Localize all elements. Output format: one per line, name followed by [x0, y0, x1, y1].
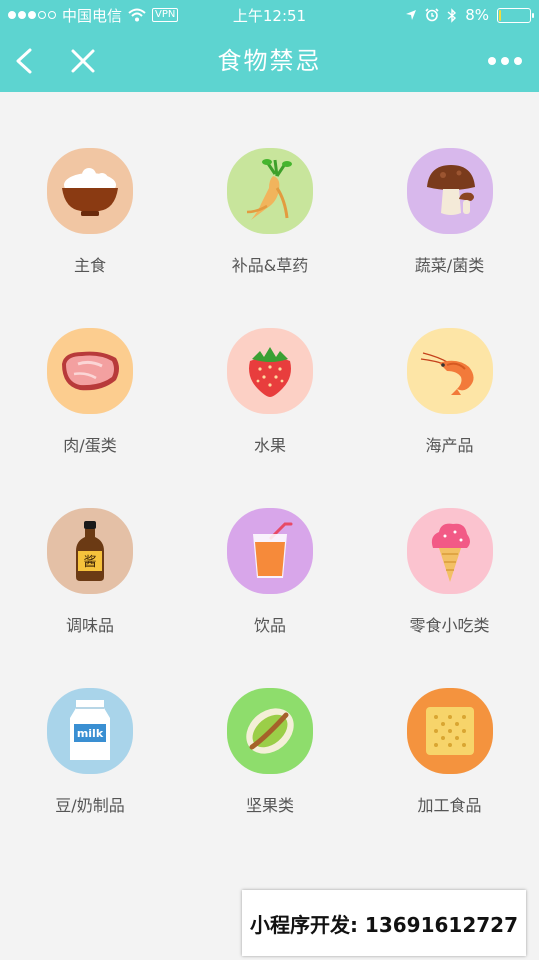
category-item-nuts[interactable]: 坚果类 [180, 688, 360, 868]
navigation-bar: 食物禁忌 [0, 30, 539, 92]
category-grid: 主食 补品&草药 蔬菜/菌类 肉/蛋类 水果 海产品 酱 调味品 饮品 零食小吃… [0, 92, 539, 868]
category-label: 饮品 [253, 616, 286, 635]
ice-cream-icon [406, 508, 493, 594]
category-item-fruit[interactable]: 水果 [180, 328, 360, 508]
category-item-meat-eggs[interactable]: 肉/蛋类 [0, 328, 180, 508]
signal-strength-icon [8, 11, 56, 19]
bluetooth-icon [447, 7, 457, 23]
ginseng-icon [227, 148, 313, 234]
juice-cup-icon [227, 508, 313, 594]
more-options-button[interactable] [485, 44, 525, 78]
category-label: 主食 [73, 256, 106, 275]
category-label: 豆/奶制品 [55, 796, 125, 815]
svg-text:milk: milk [77, 727, 104, 740]
vpn-badge: VPN [152, 8, 179, 22]
sauce-bottle-icon: 酱 [47, 508, 133, 594]
category-label: 坚果类 [245, 796, 294, 815]
category-item-dairy-soy[interactable]: milk 豆/奶制品 [0, 688, 180, 868]
category-label: 补品&草药 [231, 256, 309, 275]
category-label: 加工食品 [417, 796, 482, 815]
category-item-seafood[interactable]: 海产品 [360, 328, 539, 508]
biscuit-icon [406, 688, 493, 774]
status-bar: 中国电信 VPN 上午12:51 8% [0, 0, 539, 30]
carrier-name: 中国电信 [62, 6, 123, 25]
category-item-processed-food[interactable]: 加工食品 [360, 688, 539, 868]
developer-contact-text: 小程序开发: 13691612727 [249, 912, 519, 937]
alarm-icon [425, 8, 439, 22]
wifi-icon [128, 8, 146, 22]
category-label: 水果 [253, 436, 286, 455]
milk-carton-icon: milk [47, 688, 133, 774]
page-title: 食物禁忌 [217, 47, 322, 75]
mushroom-icon [406, 148, 493, 234]
developer-contact-banner: 小程序开发: 13691612727 [242, 890, 526, 956]
category-label: 肉/蛋类 [63, 436, 117, 455]
battery-icon [497, 7, 534, 23]
shrimp-icon [406, 328, 493, 414]
category-item-snacks[interactable]: 零食小吃类 [360, 508, 539, 688]
category-label: 海产品 [425, 436, 474, 455]
meat-icon [47, 328, 133, 414]
location-arrow-icon [406, 10, 417, 20]
svg-text:酱: 酱 [83, 555, 96, 570]
category-item-vegetables-fungi[interactable]: 蔬菜/菌类 [360, 148, 539, 328]
category-label: 调味品 [65, 616, 114, 635]
category-label: 蔬菜/菌类 [414, 256, 485, 275]
rice-bowl-icon [47, 148, 133, 234]
category-label: 零食小吃类 [409, 616, 490, 635]
category-item-condiments[interactable]: 酱 调味品 [0, 508, 180, 688]
category-item-tonics-herbs[interactable]: 补品&草药 [180, 148, 360, 328]
strawberry-icon [227, 328, 313, 414]
pistachio-icon [227, 688, 313, 774]
category-item-drinks[interactable]: 饮品 [180, 508, 360, 688]
category-item-staple-food[interactable]: 主食 [0, 148, 180, 328]
battery-percent: 8% [465, 6, 489, 24]
